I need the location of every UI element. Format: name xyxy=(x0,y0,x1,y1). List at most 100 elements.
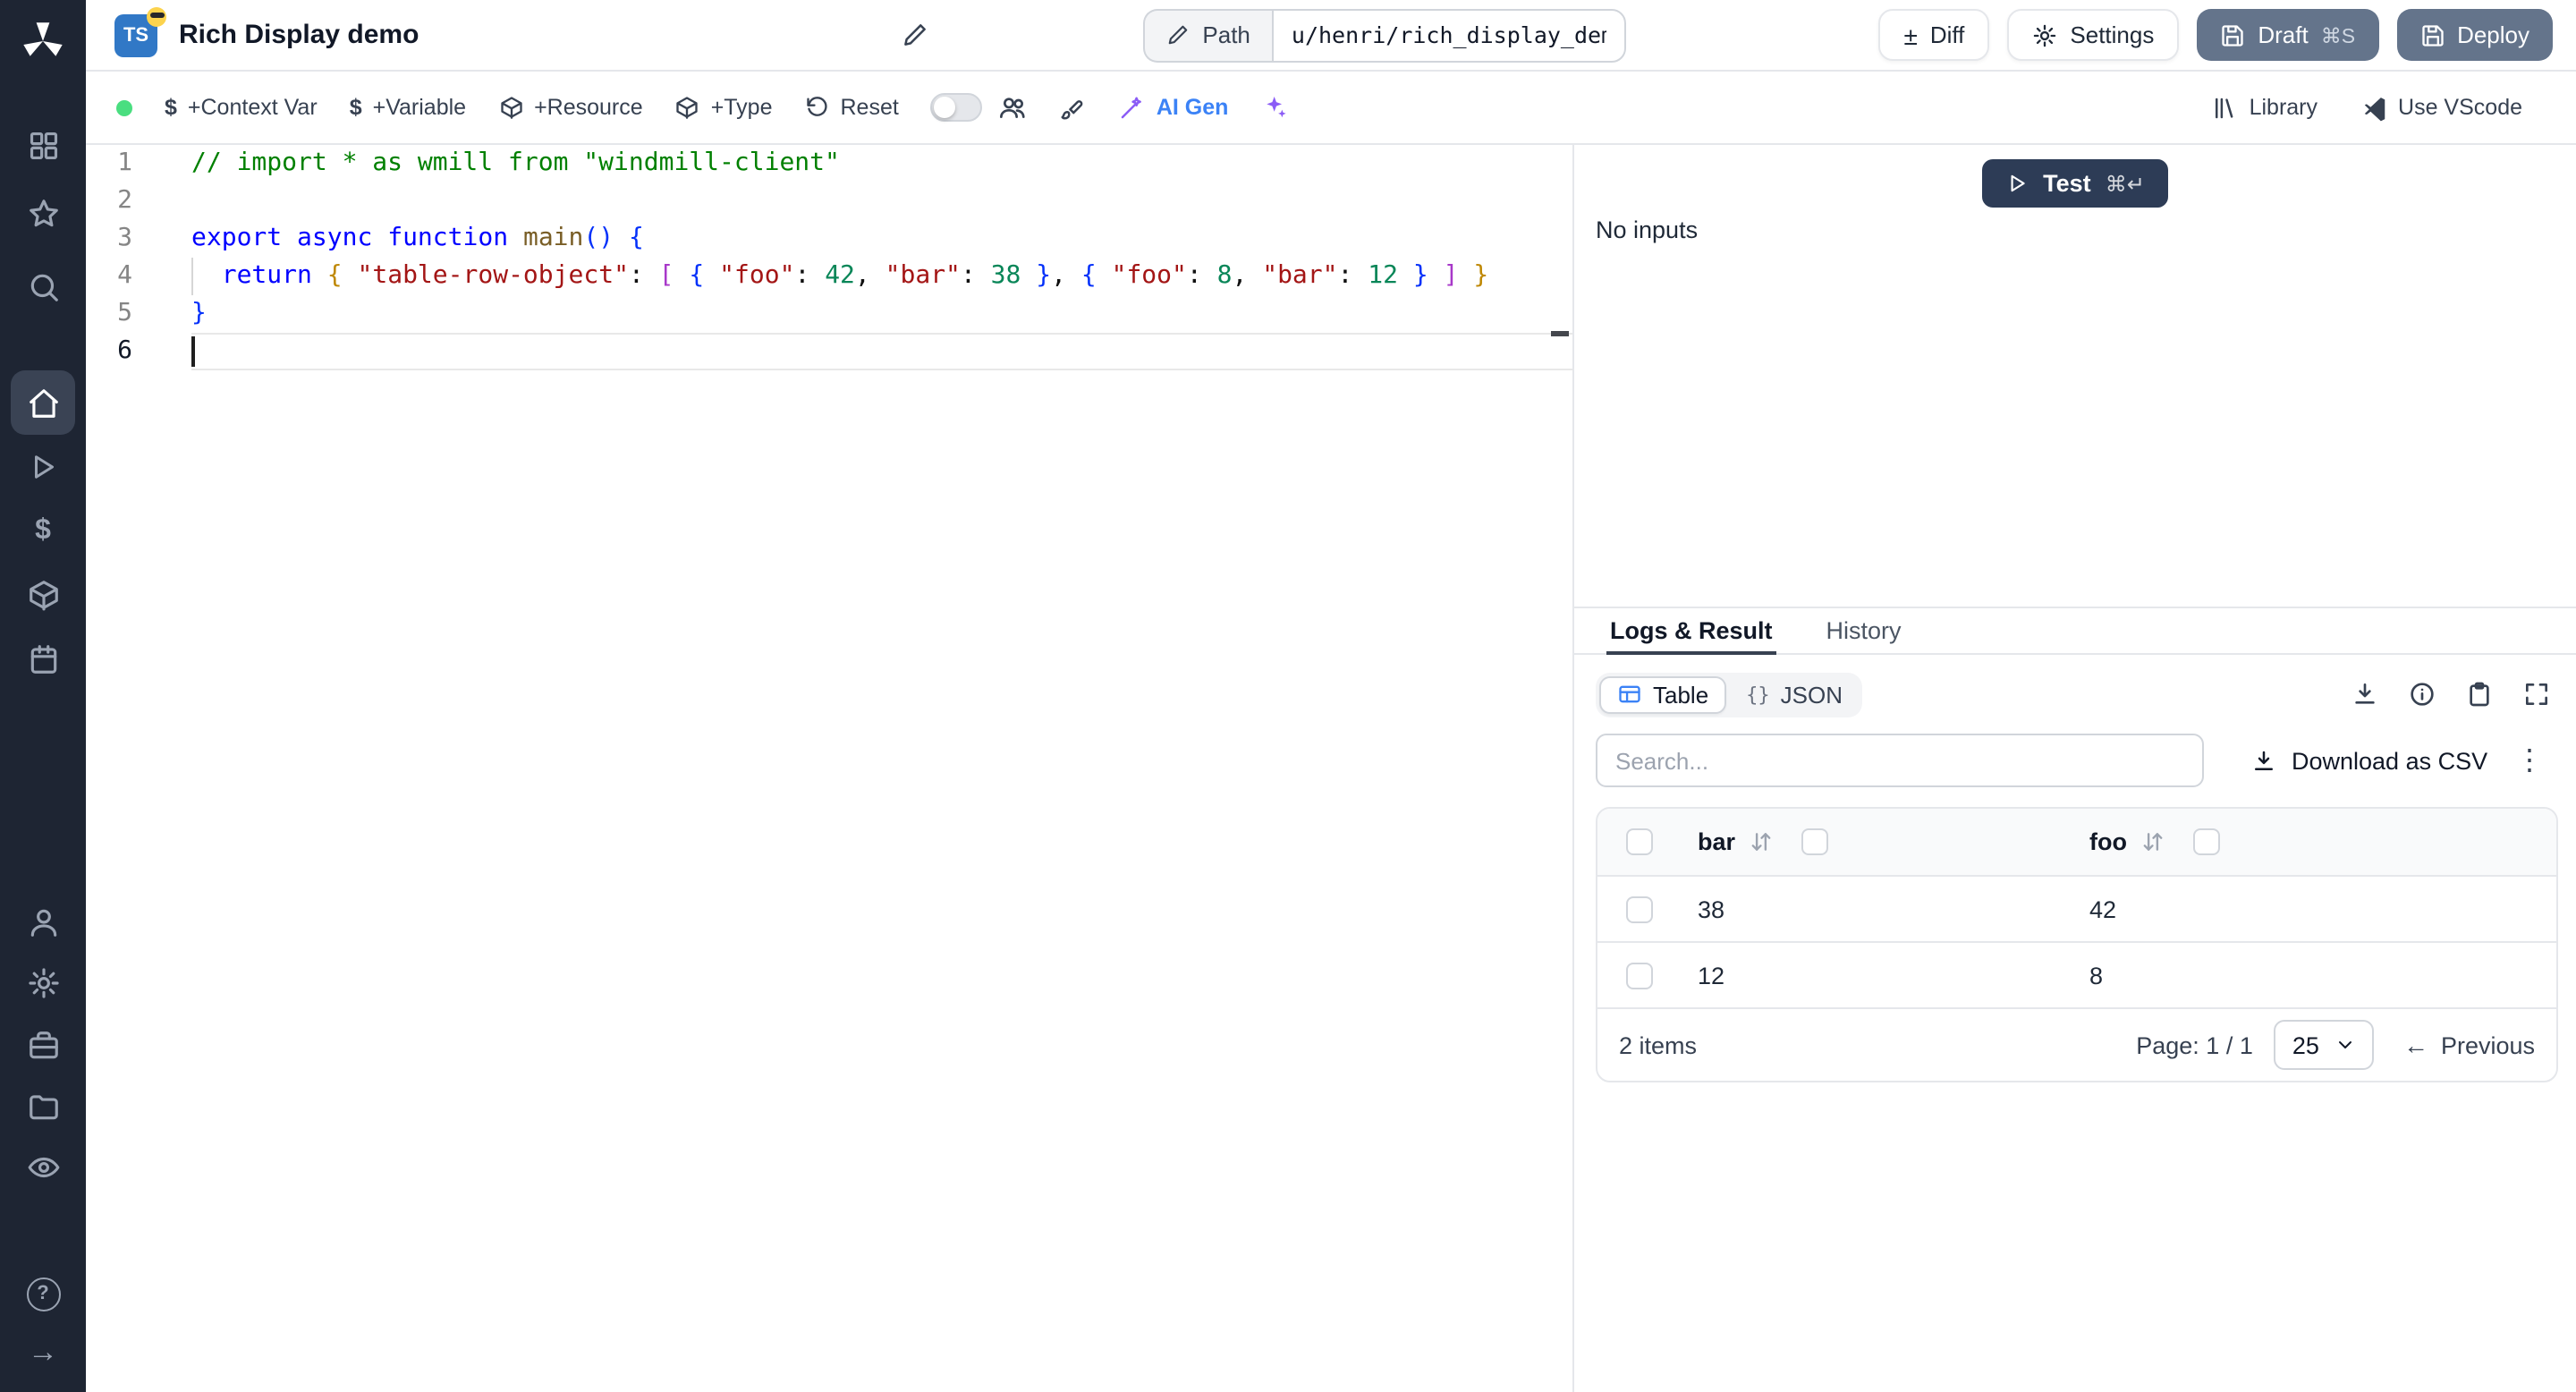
sidebar-item-audit-logs[interactable] xyxy=(21,1145,64,1188)
status-dot xyxy=(116,99,132,115)
clipboard-icon xyxy=(2470,682,2489,707)
dollar-icon: $ xyxy=(35,515,51,546)
editor-code-area: // import * as wmill from "windmill-clie… xyxy=(191,145,1572,1392)
sort-foo-button[interactable] xyxy=(2141,830,2165,853)
multiplayer-toggle[interactable] xyxy=(930,93,983,122)
magic-wand-icon xyxy=(1122,96,1142,118)
result-controls: Table {} JSON xyxy=(1574,669,2576,719)
deploy-button[interactable]: Deploy xyxy=(2396,9,2553,61)
cell-value: 8 xyxy=(2089,962,2104,989)
code-line: // import * as wmill from "windmill-clie… xyxy=(191,149,840,177)
reset-button[interactable]: Reset xyxy=(805,95,899,120)
download-result-button[interactable] xyxy=(2351,680,2379,709)
cube-icon xyxy=(29,580,57,610)
cell-value: 12 xyxy=(1698,962,1725,989)
result-table: bar foo 38 42 12 8 2 items Page: 1 / 1 2… xyxy=(1596,807,2558,1082)
line-number: 5 xyxy=(117,299,132,327)
sidebar-item-settings[interactable] xyxy=(21,961,64,1004)
page-indicator: Page: 1 / 1 xyxy=(2136,1031,2253,1058)
folder-icon xyxy=(29,1094,57,1119)
sidebar-item-schedules[interactable] xyxy=(21,637,64,680)
topbar: TS Rich Display demo Path ± Diff xyxy=(86,0,2576,72)
add-type-button[interactable]: +Type xyxy=(675,95,773,120)
table-row[interactable]: 12 8 xyxy=(1597,943,2556,1009)
test-button[interactable]: Test ⌘↵ xyxy=(1982,159,2168,208)
overview-ruler-cursor-mark xyxy=(1551,331,1569,336)
sidebar-item-runs[interactable] xyxy=(21,446,64,488)
result-section: Logs & Result History Table {} JSON Sear… xyxy=(1574,608,2576,1392)
ai-sparkles-button[interactable] xyxy=(1260,93,1289,122)
path-input[interactable] xyxy=(1271,8,1626,62)
line-number: 4 xyxy=(117,261,132,290)
download-icon xyxy=(2255,750,2273,769)
column-checkbox-bar[interactable] xyxy=(1801,828,1829,855)
editor-toolbar: $ +Context Var $ +Variable +Resource +Ty… xyxy=(86,72,2576,145)
column-header-bar[interactable]: bar xyxy=(1698,828,1735,855)
settings-button[interactable]: Settings xyxy=(2007,9,2180,61)
plus-minus-icon: ± xyxy=(1903,21,1918,49)
tab-history[interactable]: History xyxy=(1823,608,1905,653)
vscode-icon xyxy=(2363,97,2385,121)
sidebar-item-workspace[interactable] xyxy=(21,1023,64,1066)
apps-icon[interactable] xyxy=(21,123,64,166)
info-button[interactable] xyxy=(2408,680,2436,709)
table-row[interactable]: 38 42 xyxy=(1597,877,2556,943)
page-size-select[interactable]: 25 xyxy=(2274,1020,2375,1070)
library-button[interactable]: Library xyxy=(2212,94,2318,121)
edit-summary-button[interactable] xyxy=(902,21,928,48)
help-button[interactable]: ? xyxy=(21,1272,64,1315)
search-input[interactable] xyxy=(1596,734,2204,787)
draft-button[interactable]: Draft ⌘S xyxy=(2197,9,2379,61)
copy-result-button[interactable] xyxy=(2465,680,2494,709)
pencil-icon xyxy=(1169,25,1188,45)
sidebar-item-resources[interactable] xyxy=(21,573,64,615)
sidebar-item-variables[interactable]: $ xyxy=(21,510,64,553)
right-panel: Test ⌘↵ No inputs Logs & Result History xyxy=(1574,145,2576,1392)
view-table-button[interactable]: Table xyxy=(1599,675,1727,713)
table-menu-button[interactable]: ⋮ xyxy=(2508,743,2551,778)
row-checkbox[interactable] xyxy=(1625,962,1652,989)
cell-value: 38 xyxy=(1698,895,1725,922)
view-json-button[interactable]: {} JSON xyxy=(1730,677,1859,711)
table-search-row: Download as CSV ⋮ xyxy=(1574,734,2576,787)
line-number: 6 xyxy=(117,336,132,365)
line-number: 2 xyxy=(117,186,132,215)
home-icon xyxy=(29,388,57,417)
favorites-star-icon[interactable] xyxy=(21,191,64,234)
users-icon[interactable] xyxy=(999,93,1028,122)
expand-result-button[interactable] xyxy=(2522,680,2551,709)
add-resource-button[interactable]: +Resource xyxy=(498,95,643,120)
info-icon xyxy=(2411,683,2434,706)
toggle-knob xyxy=(934,97,956,118)
add-variable-button[interactable]: $ +Variable xyxy=(350,95,466,120)
previous-page-button[interactable]: ← Previous xyxy=(2403,1031,2535,1059)
column-checkbox-foo[interactable] xyxy=(2193,828,2220,855)
add-context-var-button[interactable]: $ +Context Var xyxy=(165,95,318,120)
search-icon[interactable] xyxy=(21,265,64,308)
code-editor[interactable]: 1 2 3 4 5 6 // import * as wmill from "windmi… xyxy=(86,145,1574,1392)
sort-arrows-icon xyxy=(1751,833,1771,851)
tab-logs-result[interactable]: Logs & Result xyxy=(1606,608,1776,655)
path-edit-button[interactable]: Path xyxy=(1143,8,1272,62)
sidebar-item-home[interactable] xyxy=(11,370,75,435)
no-inputs-label: No inputs xyxy=(1596,216,1699,243)
column-header-foo[interactable]: foo xyxy=(2089,828,2127,855)
row-checkbox[interactable] xyxy=(1625,895,1652,922)
download-csv-button[interactable]: Download as CSV xyxy=(2250,747,2487,774)
windmill-logo-icon[interactable] xyxy=(16,14,70,68)
save-icon xyxy=(2222,24,2244,46)
download-icon xyxy=(2355,683,2375,704)
dollar-icon: $ xyxy=(165,95,177,120)
select-all-checkbox[interactable] xyxy=(1625,828,1652,855)
diff-button[interactable]: ± Diff xyxy=(1878,9,1990,61)
use-vscode-button[interactable]: Use VScode xyxy=(2360,94,2522,121)
sort-bar-button[interactable] xyxy=(1750,830,1773,853)
play-icon xyxy=(35,455,54,479)
format-code-button[interactable] xyxy=(1060,94,1087,121)
expand-sidebar-button[interactable]: → xyxy=(21,1331,64,1374)
windmill-app: $ ? → TS Rich Display demo Path u/henri/… xyxy=(0,0,2576,1392)
sidebar-item-folders[interactable] xyxy=(21,1084,64,1127)
save-icon xyxy=(2421,24,2443,46)
sidebar-item-users[interactable] xyxy=(21,900,64,943)
ai-gen-button[interactable]: AI Gen xyxy=(1119,94,1228,121)
